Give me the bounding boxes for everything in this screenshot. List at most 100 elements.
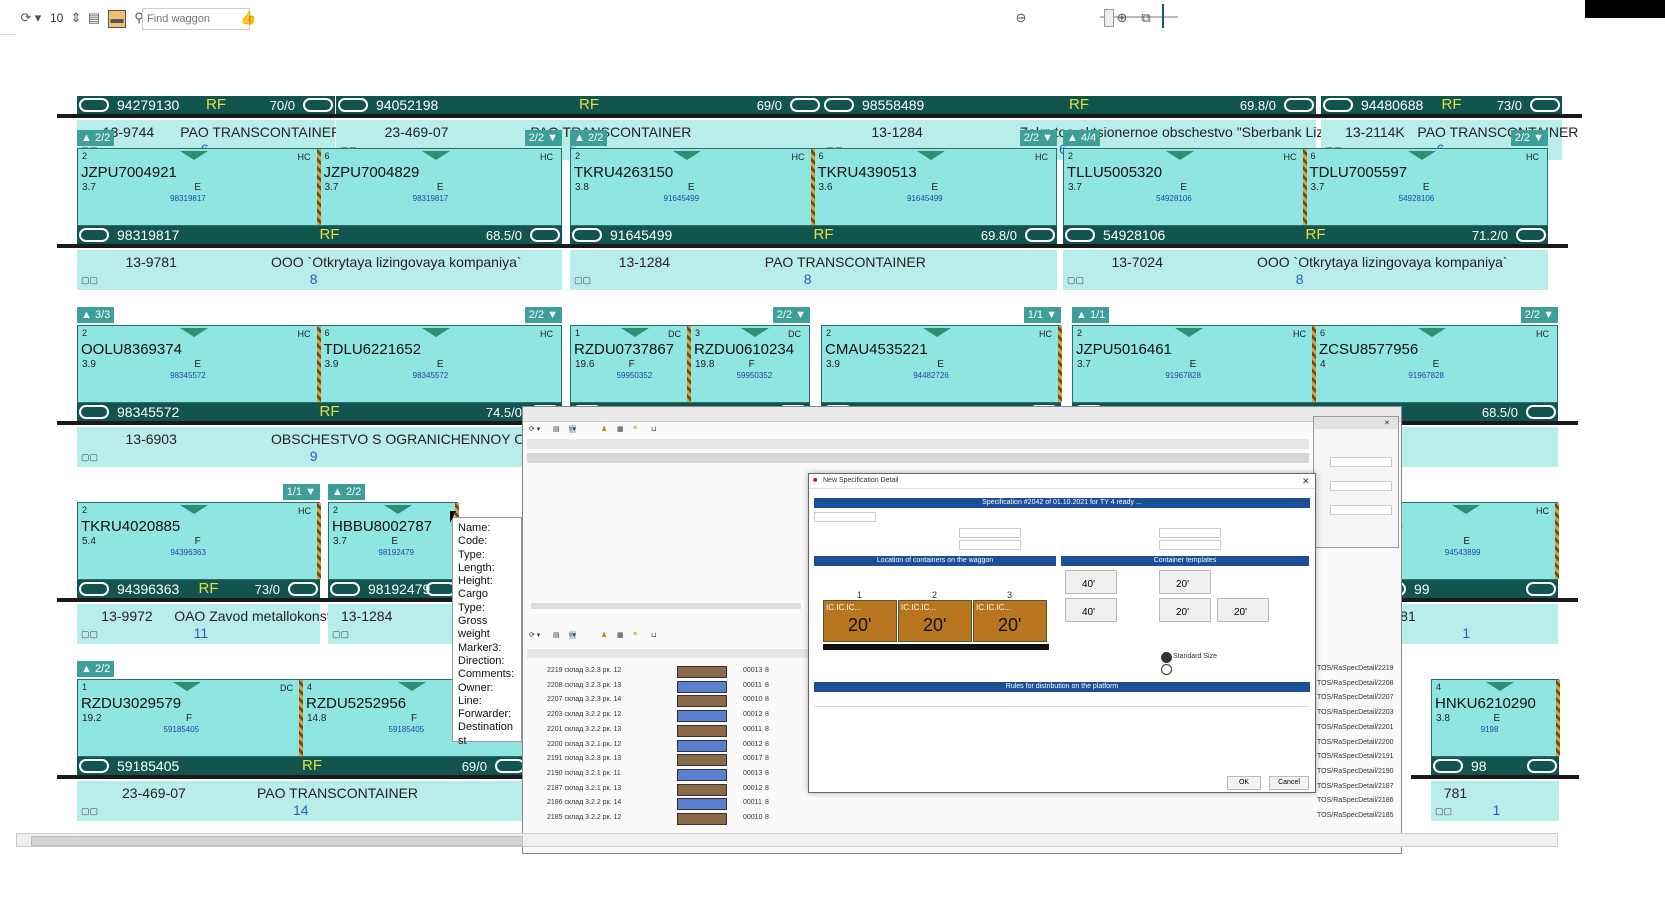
wagon[interactable]: ▲ 4/4 2/2 ▼ 2 HC TLLU5005320 3.7 E 54928106 6 HC T… [1043, 128, 1568, 304]
wagon-number-bar[interactable]: 91645499 RF 69.8/0 [570, 226, 1057, 244]
container-platform[interactable]: 2 HC TKRU4020885 5.4 F 94396363 [77, 502, 321, 580]
spec-link[interactable]: TOS/RaSpecDetail/2207 [1317, 694, 1394, 701]
waggon-field-3[interactable] [1159, 528, 1221, 538]
grid-icon[interactable]: ▦ [617, 631, 624, 639]
close-icon[interactable]: ✕ [1302, 476, 1310, 487]
container-template[interactable]: 40' [1065, 598, 1117, 622]
wagon-number-bar[interactable]: 98 [1431, 757, 1559, 775]
owner-row[interactable]: 13-9972 OAO Zavod metallokonstruktsiy OAO… [77, 604, 439, 644]
scrollbar-thumb[interactable] [31, 836, 523, 846]
print-icon[interactable]: ▤ [86, 10, 102, 26]
container[interactable]: 1 DC RZDU3029579 19.2 F 59185405 [78, 680, 303, 756]
container[interactable]: 2 HC CMAU4535221 3.9 E 94482726 [822, 326, 1062, 402]
owner-row[interactable]: 13-7024 OOO `Otkrytaya lizingovaya kompan… [1063, 250, 1548, 290]
image-icon[interactable]: ▬ [108, 10, 126, 28]
container-template[interactable]: 40' [1065, 570, 1117, 594]
spec-link[interactable]: TOS/RaSpecDetail/2191 [1317, 753, 1394, 760]
container-platform[interactable]: 2 HC TLLU5005320 3.7 E 54928106 6 HC TDLU7005597… [1063, 148, 1548, 226]
wagon-number-bar[interactable]: 94480688 RF 73/0 [1321, 96, 1562, 114]
dialog-field[interactable] [814, 512, 876, 522]
container[interactable]: 3 DC RZDU0610234 19.8 F 59950352 [691, 326, 811, 402]
panel-field-1[interactable] [1330, 457, 1392, 467]
spec-link[interactable]: TOS/RaSpecDetail/2200 [1317, 739, 1394, 746]
horizontal-scrollbar[interactable] [16, 833, 1558, 847]
container[interactable]: 2 HC TKRU4020885 5.4 F 94396363 [78, 503, 321, 579]
container-platform[interactable]: 2 HC OOLU8369374 3.9 E 98345572 6 HC TDLU6221652… [77, 325, 562, 403]
container[interactable]: 1 DC RZDU0737867 19.6 F 59950352 [571, 326, 691, 402]
window-restore-icon[interactable]: ⧉ [1138, 10, 1154, 26]
refresh-icon[interactable]: ⟳ ▾ [529, 425, 540, 433]
container[interactable]: 6 HC JZPU7004829 3.7 E 98319817 [321, 149, 564, 225]
container-platform[interactable]: 4 HNKU6210290 3.8 E 9198 [1431, 679, 1560, 757]
spec-link[interactable]: TOS/RaSpecDetail/2187 [1317, 783, 1394, 790]
wagon[interactable]: 1/1 ▼ 2 HC TKRU4020885 5.4 F 94396363 94396363 R… [57, 482, 439, 658]
container-platform[interactable]: 2 HBBU8002787 3.7 E 98192479 [328, 502, 459, 580]
waggon-field-4[interactable] [1159, 540, 1221, 550]
waggon-field-1[interactable] [959, 528, 1021, 538]
refresh-icon[interactable]: ⟳ ▾ [529, 631, 540, 639]
wagon[interactable]: ▲ 2/2 2/2 ▼ 2 HC JZPU7004921 3.7 E 98319817 6 HC J… [57, 128, 582, 304]
owner-row[interactable]: 13-9781 OOO `Otkrytaya lizingovaya kompan… [77, 250, 562, 290]
person-icon[interactable]: ♟ [601, 631, 607, 639]
wagon-number-bar[interactable]: 94396363 RF 73/0 [77, 580, 320, 598]
list-icon[interactable]: ≡ [633, 425, 637, 432]
export-icon[interactable]: ⊔ [651, 631, 656, 639]
find-waggon-field[interactable] [142, 8, 250, 30]
container[interactable]: 2 HC TKRU4263150 3.8 E 91645499 [571, 149, 815, 225]
wagon[interactable]: ▲ 2/2 2 HBBU8002787 3.7 E 98192479 98192479 13-… [308, 482, 478, 658]
zoom-slider-thumb[interactable] [1104, 9, 1114, 27]
container-template[interactable]: 20' [1159, 570, 1211, 594]
zoom-in-icon[interactable]: ⊕ [1114, 10, 1130, 26]
wagon[interactable]: 4 HNKU6210290 3.8 E 9198 98 781 1 ▢▢ [1411, 659, 1579, 835]
spec-link[interactable]: TOS/RaSpecDetail/2185 [1317, 812, 1394, 819]
close-icon[interactable]: ✕ [1384, 419, 1390, 427]
container[interactable]: 6 HC TDLU7005597 3.7 E 54928106 [1307, 149, 1550, 225]
thumbs-up-icon[interactable]: 👍 [240, 10, 256, 26]
documents-grid-selected-row[interactable] [527, 453, 1309, 463]
iso-code-radio[interactable] [1161, 664, 1172, 675]
cancel-button[interactable]: Cancel [1269, 776, 1309, 790]
print-icon[interactable]: ▤ [553, 425, 560, 433]
panel-field-3[interactable] [1330, 505, 1392, 515]
filter-icon[interactable]: ▿▾ [569, 425, 577, 433]
panel-field-2[interactable] [1330, 481, 1392, 491]
spec-link[interactable]: TOS/RaSpecDetail/2186 [1317, 797, 1394, 804]
wagon-number-bar[interactable]: 98345572 RF 74.5/0 [77, 403, 562, 421]
wagon-number-bar[interactable]: 59185405 RF 69/0 [77, 757, 527, 775]
waggon-field-2[interactable] [959, 540, 1021, 550]
container-slot[interactable]: IC.IC.IC... 20' [973, 600, 1047, 642]
wagon-number-bar[interactable]: 98558489 RF 69.8/0 [822, 96, 1316, 114]
filter-icon[interactable]: ▿▾ [569, 631, 577, 639]
dropdown-arrow-icon[interactable]: ▾ [33, 10, 43, 26]
container-platform[interactable]: 2 HC JZPU7004921 3.7 E 98319817 6 HC JZPU7004829… [77, 148, 562, 226]
container[interactable]: 2 HC TLLU5005320 3.7 E 54928106 [1064, 149, 1307, 225]
spec-link[interactable]: TOS/RaSpecDetail/2201 [1317, 724, 1394, 731]
spec-link[interactable]: TOS/RaSpecDetail/2208 [1317, 680, 1394, 687]
refresh-icon[interactable]: ⟳ [18, 10, 34, 26]
container[interactable]: 4 HNKU6210290 3.8 E 9198 [1432, 680, 1560, 756]
spinner-icon[interactable]: ⇕ [68, 10, 84, 26]
person-icon[interactable]: ♟ [601, 425, 607, 433]
wagon[interactable]: ▲ 3/3 2/2 ▼ 2 HC OOLU8369374 3.9 E 98345572 6 HC T… [57, 305, 697, 481]
container[interactable]: 6 HC ZCSU8577956 4 E 91967828 [1316, 326, 1559, 402]
grid-icon[interactable]: ▦ [617, 425, 624, 433]
wagon-number-bar[interactable]: 54928106 RF 71.2/0 [1063, 226, 1548, 244]
owner-row[interactable]: 13-1284 PAO TRANSCONTAINER 8 ▢▢ [570, 250, 1057, 290]
container[interactable]: 2 HC JZPU5016461 3.7 E 91967828 [1073, 326, 1316, 402]
zoom-out-icon[interactable]: ⊖ [1013, 10, 1029, 26]
container-template[interactable]: 20' [1159, 598, 1211, 622]
list-icon[interactable]: ≡ [633, 631, 637, 638]
print-icon[interactable]: ▤ [553, 631, 560, 639]
container-platform[interactable]: 2 HC CMAU4535221 3.9 E 94482726 [821, 325, 1062, 403]
spec-link[interactable]: TOS/RaSpecDetail/2219 [1317, 665, 1394, 672]
ok-button[interactable]: OK [1227, 776, 1261, 790]
container-slot[interactable]: IC.IC.IC... 20' [823, 600, 897, 642]
spec-row[interactable]: 2186 склад 3.2.2 рк. 14 00011 8 [527, 797, 1307, 811]
container[interactable]: 2 HBBU8002787 3.7 E 98192479 [329, 503, 459, 579]
wagon-number-bar[interactable]: 98192479 [328, 580, 458, 598]
container[interactable]: 6 HC TKRU4390513 3.6 E 91645499 [815, 149, 1059, 225]
spec-row[interactable]: 2185 склад 3.2.2 рк. 12 00010 8 [527, 812, 1307, 825]
container[interactable]: 2 HC JZPU7004921 3.7 E 98319817 [78, 149, 321, 225]
container-platform[interactable]: 2 HC TKRU4263150 3.8 E 91645499 6 HC TKRU4390513… [570, 148, 1057, 226]
container[interactable]: 6 HC TDLU6221652 3.9 E 98345572 [321, 326, 564, 402]
